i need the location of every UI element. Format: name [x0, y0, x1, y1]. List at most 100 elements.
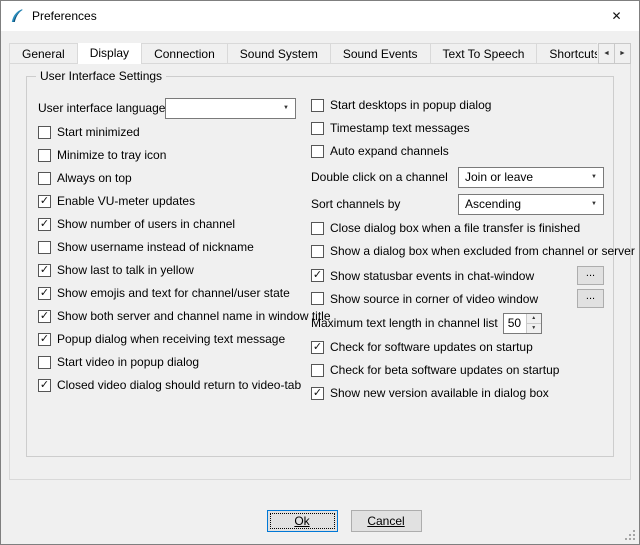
- spinner-buttons: ▲ ▼: [526, 314, 541, 333]
- checkbox[interactable]: [311, 364, 324, 377]
- checkbox-close-on-transfer-finished[interactable]: Close dialog box when a file transfer is…: [311, 220, 604, 236]
- checkbox[interactable]: ✓: [38, 264, 51, 277]
- checkbox-vu-meter-updates[interactable]: ✓ Enable VU-meter updates: [38, 193, 296, 209]
- checkbox-label[interactable]: Minimize to tray icon: [57, 148, 166, 162]
- checkbox-server-channel-in-title[interactable]: ✓ Show both server and channel name in w…: [38, 308, 296, 324]
- tab-shortcuts[interactable]: Shortcuts: [536, 43, 597, 64]
- checkbox[interactable]: ✓: [38, 310, 51, 323]
- checkbox-video-source-corner-row[interactable]: Show source in corner of video window ..…: [311, 289, 604, 308]
- checkbox[interactable]: ✓: [38, 287, 51, 300]
- checkbox[interactable]: ✓: [311, 387, 324, 400]
- max-text-length-label: Maximum text length in channel list: [311, 316, 498, 330]
- checkbox[interactable]: [311, 145, 324, 158]
- checkbox-emojis-and-text[interactable]: ✓ Show emojis and text for channel/user …: [38, 285, 296, 301]
- checkbox-label[interactable]: Show number of users in channel: [57, 217, 235, 231]
- max-text-length-spinner[interactable]: 50 ▲ ▼: [503, 313, 542, 334]
- checkbox-label[interactable]: Show statusbar events in chat-window: [330, 269, 534, 283]
- tab-text-to-speech[interactable]: Text To Speech: [430, 43, 538, 64]
- language-row: User interface language ▼: [38, 97, 296, 119]
- combobox-value: Join or leave: [465, 170, 533, 184]
- checkbox-label[interactable]: Close dialog box when a file transfer is…: [330, 221, 580, 235]
- checkbox-popup-on-text-message[interactable]: ✓ Popup dialog when receiving text messa…: [38, 331, 296, 347]
- cancel-button[interactable]: Cancel: [351, 510, 422, 532]
- checkbox-label[interactable]: Check for software updates on startup: [330, 340, 533, 354]
- tab-scroll-left-icon[interactable]: ◄: [598, 43, 615, 64]
- checkbox-label[interactable]: Show source in corner of video window: [330, 292, 538, 306]
- checkbox[interactable]: [38, 241, 51, 254]
- group-user-interface-settings: User Interface Settings User interface l…: [26, 76, 614, 457]
- checkbox[interactable]: ✓: [38, 195, 51, 208]
- checkbox[interactable]: [38, 172, 51, 185]
- video-source-options-button[interactable]: ...: [577, 289, 604, 308]
- checkbox-label[interactable]: Timestamp text messages: [330, 121, 470, 135]
- checkbox-label[interactable]: Show new version available in dialog box: [330, 386, 549, 400]
- checkbox-auto-expand-channels[interactable]: Auto expand channels: [311, 143, 604, 159]
- checkbox-label[interactable]: Enable VU-meter updates: [57, 194, 195, 208]
- checkbox-check-updates-startup[interactable]: ✓ Check for software updates on startup: [311, 339, 604, 355]
- double-click-combobox[interactable]: Join or leave ▼: [458, 167, 604, 188]
- sort-channels-combobox[interactable]: Ascending ▼: [458, 194, 604, 215]
- checkbox-label[interactable]: Show both server and channel name in win…: [57, 309, 331, 323]
- checkbox-closed-video-return-tab[interactable]: ✓ Closed video dialog should return to v…: [38, 377, 296, 393]
- checkbox[interactable]: [38, 149, 51, 162]
- checkbox-start-minimized[interactable]: Start minimized: [38, 124, 296, 140]
- checkbox[interactable]: [311, 222, 324, 235]
- spinner-up-icon[interactable]: ▲: [527, 314, 541, 323]
- checkbox[interactable]: ✓: [38, 333, 51, 346]
- statusbar-events-options-button[interactable]: ...: [577, 266, 604, 285]
- window-title: Preferences: [32, 9, 97, 23]
- spinner-value: 50: [504, 314, 526, 333]
- checkbox-label[interactable]: Start desktops in popup dialog: [330, 98, 491, 112]
- checkbox-timestamp-messages[interactable]: Timestamp text messages: [311, 120, 604, 136]
- checkbox-username-instead-nickname[interactable]: Show username instead of nickname: [38, 239, 296, 255]
- checkbox-show-user-count[interactable]: ✓ Show number of users in channel: [38, 216, 296, 232]
- checkbox-label[interactable]: Start video in popup dialog: [57, 355, 199, 369]
- ok-button[interactable]: Ok: [267, 510, 338, 532]
- checkbox-label[interactable]: Popup dialog when receiving text message: [57, 332, 285, 346]
- checkbox-new-version-dialog[interactable]: ✓ Show new version available in dialog b…: [311, 385, 604, 401]
- resize-grip[interactable]: [624, 529, 636, 541]
- checkbox-dialog-when-excluded[interactable]: Show a dialog box when excluded from cha…: [311, 243, 604, 259]
- tab-sound-events[interactable]: Sound Events: [330, 43, 431, 64]
- checkbox[interactable]: [38, 126, 51, 139]
- checkbox-minimize-to-tray[interactable]: Minimize to tray icon: [38, 147, 296, 163]
- max-text-length-row: Maximum text length in channel list 50 ▲…: [311, 312, 604, 334]
- tab-page-display: User Interface Settings User interface l…: [9, 63, 631, 480]
- checkbox-label[interactable]: Show username instead of nickname: [57, 240, 254, 254]
- tab-display[interactable]: Display: [77, 43, 142, 64]
- checkbox-label[interactable]: Show emojis and text for channel/user st…: [57, 286, 290, 300]
- checkbox-check-beta-updates-startup[interactable]: Check for beta software updates on start…: [311, 362, 604, 378]
- checkbox-label[interactable]: Check for beta software updates on start…: [330, 363, 559, 377]
- checkbox[interactable]: ✓: [311, 269, 324, 282]
- app-icon: [9, 8, 25, 24]
- checkbox-last-to-talk-yellow[interactable]: ✓ Show last to talk in yellow: [38, 262, 296, 278]
- tab-sound-system[interactable]: Sound System: [227, 43, 331, 64]
- checkbox[interactable]: ✓: [38, 218, 51, 231]
- checkbox-label[interactable]: Show last to talk in yellow: [57, 263, 194, 277]
- checkbox[interactable]: [311, 122, 324, 135]
- close-icon[interactable]: ✕: [594, 1, 639, 31]
- checkbox[interactable]: [311, 292, 324, 305]
- language-combobox[interactable]: ▼: [165, 98, 296, 119]
- right-column: Start desktops in popup dialog Timestamp…: [311, 97, 604, 408]
- tab-general[interactable]: General: [9, 43, 78, 64]
- checkbox-video-popup-dialog[interactable]: Start video in popup dialog: [38, 354, 296, 370]
- checkbox[interactable]: [311, 99, 324, 112]
- checkbox[interactable]: ✓: [311, 341, 324, 354]
- checkbox[interactable]: ✓: [38, 379, 51, 392]
- tab-connection[interactable]: Connection: [141, 43, 228, 64]
- spinner-down-icon[interactable]: ▼: [527, 323, 541, 333]
- checkbox-label[interactable]: Always on top: [57, 171, 132, 185]
- checkbox-statusbar-events-row[interactable]: ✓ Show statusbar events in chat-window .…: [311, 266, 604, 285]
- chevron-down-icon: ▼: [585, 201, 597, 207]
- checkbox-label[interactable]: Show a dialog box when excluded from cha…: [330, 244, 635, 258]
- checkbox-label[interactable]: Closed video dialog should return to vid…: [57, 378, 301, 392]
- checkbox-label[interactable]: Auto expand channels: [330, 144, 449, 158]
- group-title: User Interface Settings: [36, 69, 166, 83]
- tab-scroll-right-icon[interactable]: ►: [614, 43, 631, 64]
- checkbox[interactable]: [311, 245, 324, 258]
- checkbox[interactable]: [38, 356, 51, 369]
- checkbox-desktops-popup-dialog[interactable]: Start desktops in popup dialog: [311, 97, 604, 113]
- checkbox-label[interactable]: Start minimized: [57, 125, 140, 139]
- checkbox-always-on-top[interactable]: Always on top: [38, 170, 296, 186]
